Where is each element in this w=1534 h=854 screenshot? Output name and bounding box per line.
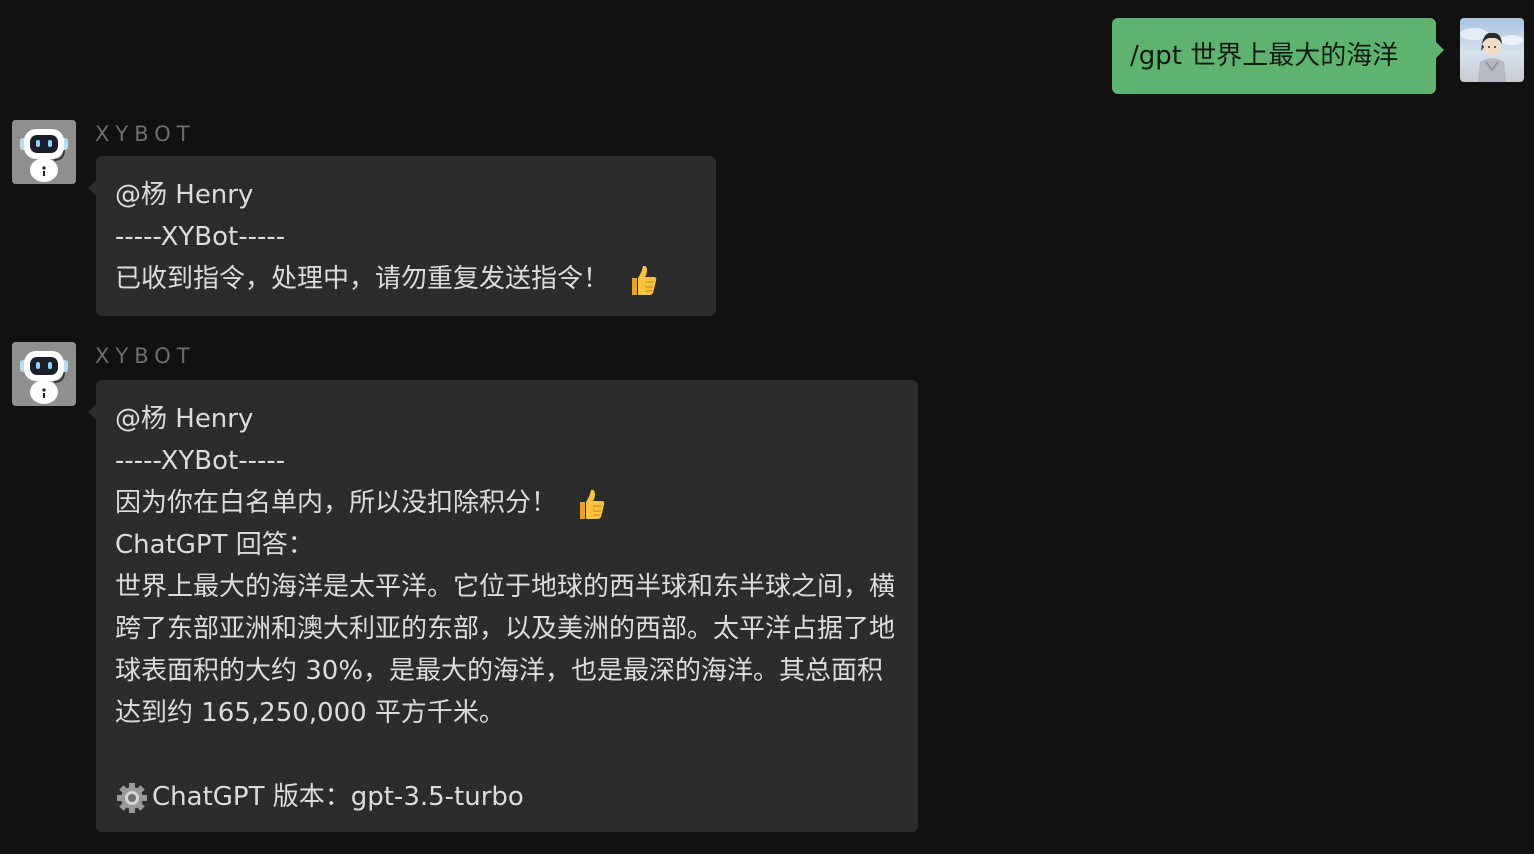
version-text: ChatGPT 版本：gpt-3.5-turbo <box>152 782 524 812</box>
status-line: 已收到指令，处理中，请勿重复发送指令！ <box>115 258 697 300</box>
note-line: 因为你在白名单内，所以没扣除积分！ <box>115 482 899 524</box>
answer-text: 世界上最大的海洋是太平洋。它位于地球的西半球和东半球之间，横跨了东部亚洲和澳大利… <box>115 572 896 728</box>
user-avatar[interactable] <box>1460 18 1524 82</box>
separator-text: -----XYBot----- <box>115 222 286 252</box>
gear-icon <box>117 782 147 813</box>
version-line: ChatGPT 版本：gpt-3.5-turbo <box>115 776 899 818</box>
mention-text: @杨 Henry <box>115 404 254 434</box>
answer-label: ChatGPT 回答： <box>115 530 314 560</box>
user-avatar-image <box>1460 28 1524 82</box>
thumbs-up-icon <box>632 265 657 295</box>
robot-icon <box>12 342 76 406</box>
status-text: 已收到指令，处理中，请勿重复发送指令！ <box>115 264 610 294</box>
bot-avatar[interactable] <box>12 342 76 406</box>
outgoing-message-text: /gpt 世界上最大的海洋 <box>1130 41 1399 71</box>
sender-name: XYBOT <box>95 122 196 146</box>
chat-window: /gpt 世界上最大的海洋 XYBOT @杨 Henry -----XYBot-… <box>0 0 1534 854</box>
robot-icon <box>12 120 76 184</box>
separator-text: -----XYBot----- <box>115 446 286 476</box>
sender-name: XYBOT <box>95 344 196 368</box>
incoming-message-bubble[interactable]: @杨 Henry -----XYBot----- 因为你在白名单内，所以没扣除积… <box>88 380 918 832</box>
thumbs-up-icon <box>580 489 605 519</box>
incoming-message-bubble[interactable]: @杨 Henry -----XYBot----- 已收到指令，处理中，请勿重复发… <box>88 156 716 316</box>
note-text: 因为你在白名单内，所以没扣除积分！ <box>115 488 558 518</box>
bot-avatar[interactable] <box>12 120 76 184</box>
mention-text: @杨 Henry <box>115 180 254 210</box>
outgoing-message-bubble[interactable]: /gpt 世界上最大的海洋 <box>1112 18 1444 94</box>
